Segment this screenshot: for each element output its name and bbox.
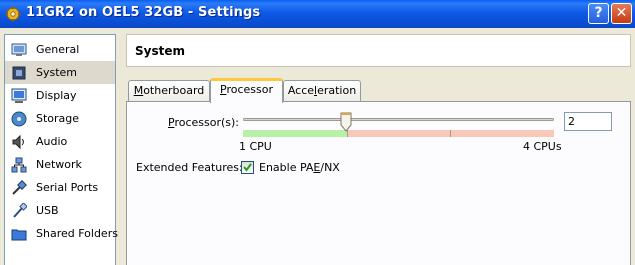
processor-count-label: Processor(s): — [168, 116, 239, 129]
tab-label: rocessor — [226, 83, 273, 96]
sidebar-item-shared-folders[interactable]: Shared Folders — [5, 222, 118, 245]
valid-range-bar — [243, 130, 347, 137]
sidebar-item-display[interactable]: Display — [5, 84, 115, 107]
speaker-icon — [12, 134, 24, 150]
sidebar-item-label: USB — [36, 204, 59, 217]
settings-gear-icon — [5, 6, 21, 22]
tab-label: otherboard — [143, 84, 205, 97]
disk-icon — [11, 111, 27, 127]
extended-features-label: Extended Features: — [136, 161, 243, 174]
folder-icon — [11, 229, 27, 241]
sidebar-item-storage[interactable]: Storage — [5, 107, 115, 130]
monitor-icon — [11, 43, 27, 56]
tab-processor[interactable]: Processor — [210, 78, 283, 103]
sidebar-item-label: Storage — [36, 112, 80, 125]
chip-icon — [12, 66, 26, 80]
tab-mnemonic: M — [133, 84, 144, 97]
processor-count-value: 2 — [568, 115, 575, 128]
page-header: System — [126, 34, 631, 67]
tab-label-pre: Acce — [287, 84, 315, 97]
settings-category-list[interactable]: General System Display Storage Audio Net… — [4, 34, 118, 265]
sidebar-item-label: Serial Ports — [36, 181, 99, 194]
sidebar-item-label: System — [36, 66, 78, 79]
sidebar-item-serial-ports[interactable]: Serial Ports — [5, 176, 115, 199]
checkbox-label-rest: /NX — [320, 161, 340, 174]
sidebar-item-label: General — [36, 43, 80, 56]
close-button[interactable]: ✕ — [611, 3, 632, 24]
slider-tick — [450, 130, 451, 137]
sidebar-item-label: Audio — [36, 135, 68, 148]
display-icon — [11, 88, 27, 103]
min-cpu-label: 1 CPU — [239, 140, 272, 153]
tab-acceleration[interactable]: Acceleration — [283, 80, 361, 102]
sidebar-item-label: Display — [36, 89, 77, 102]
processor-slider[interactable] — [243, 118, 554, 121]
window-title: 11GR2 on OEL5 32GB - Settings — [26, 5, 261, 20]
usb-icon — [13, 203, 27, 218]
help-button[interactable]: ? — [588, 3, 609, 24]
enable-pae-nx-label[interactable]: Enable PAE/NX — [259, 161, 340, 174]
sidebar-item-usb[interactable]: USB — [5, 199, 115, 222]
tab-label: eration — [317, 84, 357, 97]
sidebar-item-network[interactable]: Network — [5, 153, 115, 176]
check-mark-icon — [243, 163, 252, 172]
sidebar-item-audio[interactable]: Audio — [5, 130, 115, 153]
network-icon — [11, 157, 27, 173]
checkbox-label-pre: Enable PA — [259, 161, 314, 174]
tab-motherboard[interactable]: Motherboard — [128, 80, 210, 102]
slider-thumb[interactable] — [340, 112, 352, 132]
label-text: rocessor(s): — [174, 116, 240, 129]
sidebar-item-general[interactable]: General — [5, 38, 115, 61]
sidebar-item-system[interactable]: System — [5, 61, 115, 84]
sidebar-item-label: Shared Folders — [36, 227, 118, 240]
serial-icon — [12, 180, 27, 195]
max-cpu-label: 4 CPUs — [523, 140, 562, 153]
title-bar[interactable]: 11GR2 on OEL5 32GB - Settings ? ✕ — [0, 0, 635, 28]
sidebar-item-label: Network — [36, 158, 82, 171]
page-title: System — [135, 44, 185, 58]
processor-count-spinbox[interactable]: 2 — [564, 112, 612, 131]
enable-pae-nx-checkbox[interactable] — [241, 161, 254, 174]
